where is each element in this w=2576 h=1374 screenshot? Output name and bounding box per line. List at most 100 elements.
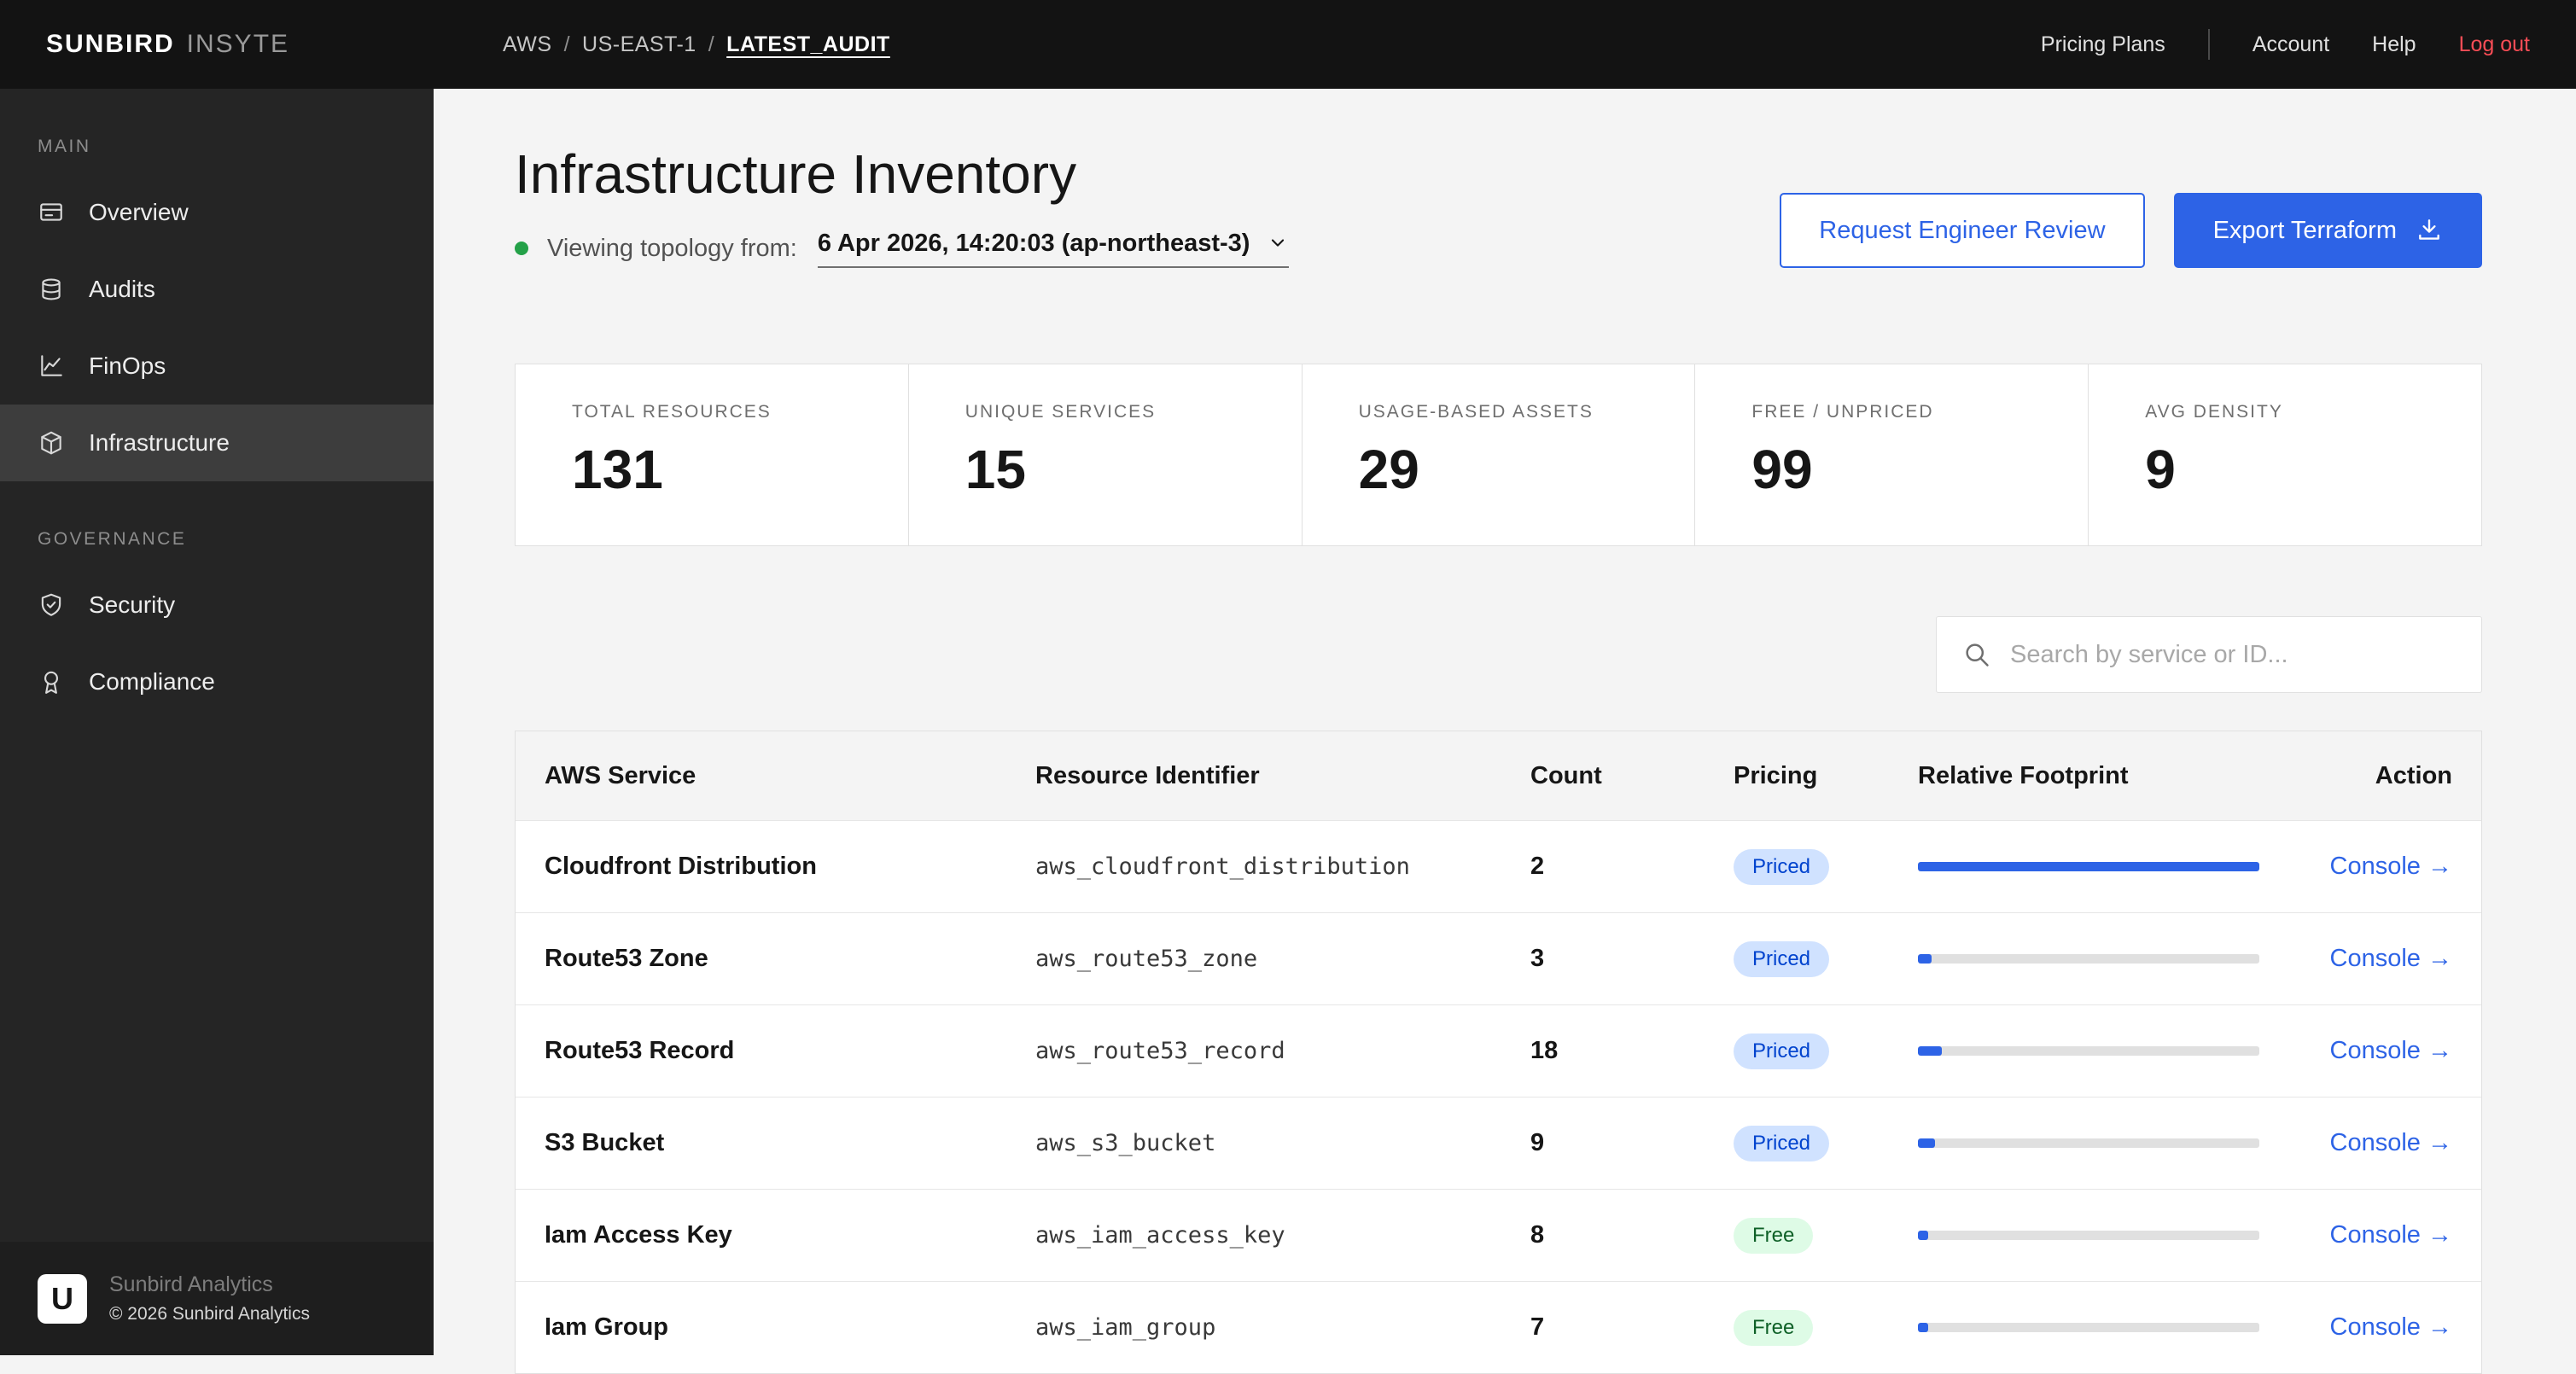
stat-free-unpriced: FREE / UNPRICED 99 [1694, 364, 2088, 545]
nav-pricing-plans[interactable]: Pricing Plans [2041, 32, 2165, 57]
footprint-bar [1918, 1231, 2259, 1240]
sidebar-section-governance: GOVERNANCE [0, 481, 434, 567]
stat-value: 15 [965, 438, 1302, 501]
chevron-down-icon [1267, 232, 1289, 254]
footprint-bar [1918, 1046, 2259, 1056]
footer-company-name: Sunbird Analytics [109, 1272, 310, 1297]
pricing-badge: Free [1734, 1310, 1813, 1346]
console-link[interactable]: Console → [2330, 945, 2452, 972]
stat-label: TOTAL RESOURCES [572, 402, 908, 422]
page-header-block: Infrastructure Inventory Viewing topolog… [515, 142, 2482, 268]
pricing-badge: Free [1734, 1218, 1813, 1254]
service-name: Iam Group [545, 1313, 1035, 1342]
stat-label: FREE / UNPRICED [1751, 402, 2088, 422]
export-terraform-button[interactable]: Export Terraform [2174, 193, 2482, 268]
sidebar-item-overview[interactable]: Overview [0, 174, 434, 251]
sidebar-item-label: Audits [89, 276, 155, 303]
stat-value: 9 [2145, 438, 2481, 501]
search-input[interactable] [2010, 641, 2456, 669]
stat-value: 99 [1751, 438, 2088, 501]
request-engineer-review-button[interactable]: Request Engineer Review [1780, 193, 2144, 268]
resource-identifier: aws_route53_zone [1035, 946, 1530, 972]
topology-select-value: 6 Apr 2026, 14:20:03 (ap-northeast-3) [818, 230, 1250, 258]
topology-label: Viewing topology from: [547, 235, 797, 263]
sidebar-item-label: Infrastructure [89, 429, 230, 457]
nav-log-out[interactable]: Log out [2459, 32, 2530, 57]
table-row: Iam Access Key aws_iam_access_key 8 Free… [516, 1189, 2481, 1281]
sidebar-item-finops[interactable]: FinOps [0, 328, 434, 405]
stat-label: USAGE-BASED ASSETS [1359, 402, 1695, 422]
download-icon [2416, 217, 2443, 244]
table-row: Iam Group aws_iam_group 7 Free Console → [516, 1281, 2481, 1373]
database-icon [38, 276, 65, 303]
top-nav: Pricing Plans Account Help Log out [2041, 29, 2530, 60]
sidebar-item-infrastructure[interactable]: Infrastructure [0, 405, 434, 481]
col-header-pricing: Pricing [1734, 762, 1918, 790]
overview-icon [38, 199, 65, 226]
sidebar-item-audits[interactable]: Audits [0, 251, 434, 328]
footprint-bar-fill [1918, 1323, 1928, 1332]
table-header-row: AWS Service Resource Identifier Count Pr… [516, 731, 2481, 820]
resource-identifier: aws_s3_bucket [1035, 1130, 1530, 1156]
console-link[interactable]: Console → [2330, 1221, 2452, 1249]
sidebar-item-compliance[interactable]: Compliance [0, 643, 434, 720]
sidebar-footer: U Sunbird Analytics © 2026 Sunbird Analy… [0, 1242, 434, 1355]
search-box [1936, 616, 2482, 693]
resource-count: 7 [1530, 1313, 1734, 1342]
console-link[interactable]: Console → [2330, 853, 2452, 880]
table-row: Cloudfront Distribution aws_cloudfront_d… [516, 820, 2481, 912]
pricing-badge: Priced [1734, 941, 1829, 977]
resource-count: 9 [1530, 1129, 1734, 1157]
resource-identifier: aws_route53_record [1035, 1038, 1530, 1064]
service-name: Cloudfront Distribution [545, 853, 1035, 881]
pricing-badge: Priced [1734, 1033, 1829, 1069]
resources-table: AWS Service Resource Identifier Count Pr… [515, 731, 2482, 1374]
sidebar-section-main: MAIN [0, 89, 434, 174]
search-row [515, 616, 2482, 693]
resource-count: 18 [1530, 1037, 1734, 1065]
table-row: Route53 Zone aws_route53_zone 3 Priced C… [516, 912, 2481, 1004]
nav-divider [2208, 29, 2210, 60]
breadcrumb-region: US-EAST-1 [582, 32, 696, 57]
top-header: SUNBIRD INSYTE AWS / US-EAST-1 / LATEST_… [0, 0, 2576, 89]
nav-help[interactable]: Help [2372, 32, 2416, 57]
service-name: S3 Bucket [545, 1129, 1035, 1157]
chart-line-icon [38, 352, 65, 380]
breadcrumb-audit-link[interactable]: LATEST_AUDIT [726, 32, 890, 57]
topology-controls: Viewing topology from: 6 Apr 2026, 14:20… [515, 229, 1289, 268]
console-link[interactable]: Console → [2330, 1313, 2452, 1341]
breadcrumb-separator: / [708, 32, 714, 57]
footprint-bar-fill [1918, 1138, 1935, 1148]
stat-usage-based-assets: USAGE-BASED ASSETS 29 [1302, 364, 1695, 545]
pricing-badge: Priced [1734, 1126, 1829, 1161]
search-icon [1962, 640, 1991, 669]
stat-unique-services: UNIQUE SERVICES 15 [908, 364, 1302, 545]
console-link[interactable]: Console → [2330, 1037, 2452, 1064]
resource-count: 3 [1530, 945, 1734, 973]
brand-name-bold: SUNBIRD [46, 30, 175, 59]
col-header-count: Count [1530, 762, 1734, 790]
footprint-bar [1918, 1323, 2259, 1332]
stat-total-resources: TOTAL RESOURCES 131 [516, 364, 908, 545]
footprint-bar-fill [1918, 1046, 1942, 1056]
topology-select[interactable]: 6 Apr 2026, 14:20:03 (ap-northeast-3) [818, 230, 1290, 268]
page-title: Infrastructure Inventory [515, 142, 1289, 207]
sidebar: MAIN Overview Audits FinOps Infrastructu… [0, 89, 434, 1355]
resource-count: 8 [1530, 1221, 1734, 1249]
stat-label: UNIQUE SERVICES [965, 402, 1302, 422]
sidebar-item-security[interactable]: Security [0, 567, 434, 643]
shield-icon [38, 591, 65, 619]
cube-icon [38, 429, 65, 457]
col-header-footprint: Relative Footprint [1918, 762, 2311, 790]
sidebar-item-label: FinOps [89, 352, 166, 380]
stat-avg-density: AVG DENSITY 9 [2088, 364, 2481, 545]
console-link[interactable]: Console → [2330, 1129, 2452, 1156]
nav-account[interactable]: Account [2253, 32, 2329, 57]
footprint-bar-fill [1918, 954, 1932, 964]
stat-value: 29 [1359, 438, 1695, 501]
table-row: Route53 Record aws_route53_record 18 Pri… [516, 1004, 2481, 1097]
brand-name-light: INSYTE [187, 30, 289, 59]
resource-identifier: aws_iam_group [1035, 1314, 1530, 1341]
sidebar-item-label: Overview [89, 199, 189, 226]
export-terraform-label: Export Terraform [2213, 217, 2397, 245]
